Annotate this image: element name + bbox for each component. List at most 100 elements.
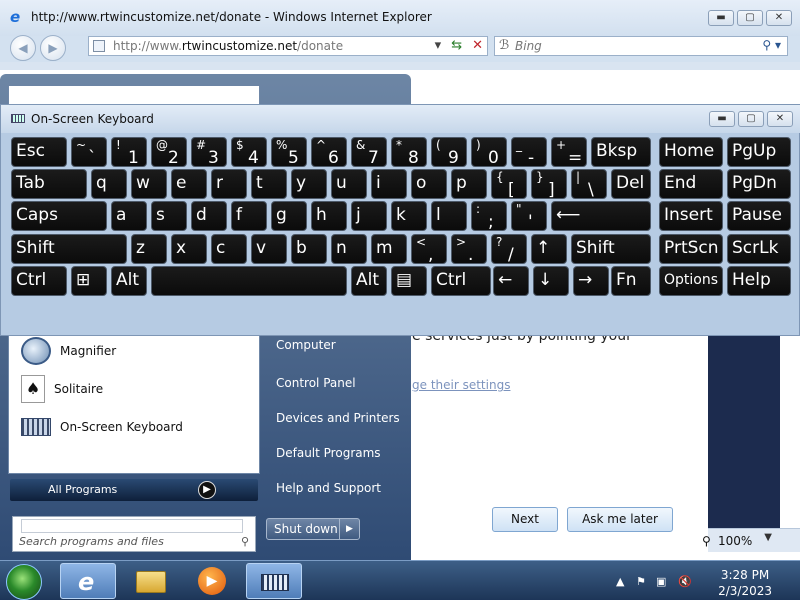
forward-button[interactable]: ▶ xyxy=(40,35,66,61)
volume-muted-icon[interactable]: 🔇 xyxy=(678,575,692,588)
search-input[interactable] xyxy=(21,519,243,533)
start-right-control-panel[interactable]: Control Panel xyxy=(276,376,356,390)
key-fn[interactable]: Fn xyxy=(611,266,651,296)
shutdown-button[interactable]: Shut down ▶ xyxy=(266,518,360,540)
key-shift[interactable]: Shift xyxy=(11,234,127,264)
key-5[interactable]: % 5 xyxy=(271,137,307,167)
minimize-button[interactable]: ▬ xyxy=(709,111,735,127)
taskbar-windows-explorer[interactable] xyxy=(122,563,178,599)
key-[interactable]: {[ xyxy=(491,169,527,199)
list-item[interactable]: ♠ Solitaire xyxy=(21,373,103,405)
key-alt[interactable]: Alt xyxy=(351,266,387,296)
key-i[interactable]: i xyxy=(371,169,407,199)
key-[interactable]: }] xyxy=(531,169,567,199)
action-center-flag-icon[interactable]: ⚑ xyxy=(636,575,646,588)
key-c[interactable]: c xyxy=(211,234,247,264)
key-6[interactable]: ^ 6 xyxy=(311,137,347,167)
key-pgup[interactable]: PgUp xyxy=(727,137,791,167)
start-right-devices-printers[interactable]: Devices and Printers xyxy=(276,411,400,425)
key-[interactable]: ~ ` xyxy=(71,137,107,167)
start-button[interactable] xyxy=(6,564,42,600)
key-del[interactable]: Del xyxy=(611,169,651,199)
key-f[interactable]: f xyxy=(231,201,267,231)
maximize-button[interactable]: ▢ xyxy=(737,10,763,26)
key-home[interactable]: Home xyxy=(659,137,723,167)
key-o[interactable]: o xyxy=(411,169,447,199)
key-pgdn[interactable]: PgDn xyxy=(727,169,791,199)
search-bar[interactable]: ℬ Bing ⚲ ▾ xyxy=(494,36,788,56)
key-shift[interactable]: Shift xyxy=(571,234,651,264)
key-pause[interactable]: Pause xyxy=(727,201,791,231)
key-[interactable]: ? / xyxy=(491,234,527,264)
key-[interactable]: " ' xyxy=(511,201,547,231)
chevron-down-icon[interactable]: ▼ xyxy=(764,532,772,543)
back-button[interactable]: ◀ xyxy=(10,35,36,61)
key-tab[interactable]: Tab xyxy=(11,169,87,199)
key-caps[interactable]: Caps xyxy=(11,201,107,231)
key-[interactable]: >. xyxy=(451,234,487,264)
start-right-help-support[interactable]: Help and Support xyxy=(276,481,381,495)
key-7[interactable]: & 7 xyxy=(351,137,387,167)
key-h[interactable]: h xyxy=(311,201,347,231)
key-scrlk[interactable]: ScrLk xyxy=(727,234,791,264)
key-x[interactable]: x xyxy=(171,234,207,264)
key-[interactable]: | \ xyxy=(571,169,607,199)
key-help[interactable]: Help xyxy=(727,266,791,296)
key-3[interactable]: #3 xyxy=(191,137,227,167)
key-[interactable]: :; xyxy=(471,201,507,231)
key-t[interactable]: t xyxy=(251,169,287,199)
all-programs-button[interactable]: All Programs ▶ xyxy=(10,479,258,501)
clock[interactable]: 3:28 PM 2/3/2023 xyxy=(718,567,772,599)
list-item[interactable]: On-Screen Keyboard xyxy=(21,411,183,443)
key-a[interactable]: a xyxy=(111,201,147,231)
key-9[interactable]: (9 xyxy=(431,137,467,167)
key-b[interactable]: b xyxy=(291,234,327,264)
minimize-button[interactable]: ▬ xyxy=(708,10,734,26)
key-alt[interactable]: Alt xyxy=(111,266,147,296)
key-u[interactable]: u xyxy=(331,169,367,199)
chevron-right-icon[interactable]: ▶ xyxy=(339,519,359,539)
key-v[interactable]: v xyxy=(251,234,287,264)
start-search-box[interactable]: Search programs and files ⚲ xyxy=(12,516,256,552)
stop-icon[interactable]: ✕ xyxy=(472,38,483,53)
key-1[interactable]: ! 1 xyxy=(111,137,147,167)
key-p[interactable]: p xyxy=(451,169,487,199)
key-q[interactable]: q xyxy=(91,169,127,199)
network-icon[interactable]: ▣ xyxy=(656,575,666,588)
key-s[interactable]: s xyxy=(151,201,187,231)
key-y[interactable]: y xyxy=(291,169,327,199)
key-ctrl[interactable]: Ctrl xyxy=(431,266,491,296)
search-icon[interactable]: ⚲ xyxy=(241,535,249,548)
key-z[interactable]: z xyxy=(131,234,167,264)
key-4[interactable]: $4 xyxy=(231,137,267,167)
key-2[interactable]: @2 xyxy=(151,137,187,167)
key-[interactable]: ⊞ xyxy=(71,266,107,296)
key-prtscn[interactable]: PrtScn xyxy=(659,234,723,264)
address-bar[interactable]: http://www.rtwincustomize.net/donate ▾ ⇆… xyxy=(88,36,488,56)
list-item[interactable]: Magnifier xyxy=(21,335,116,367)
key-n[interactable]: n xyxy=(331,234,367,264)
key-insert[interactable]: Insert xyxy=(659,201,723,231)
key-d[interactable]: d xyxy=(191,201,227,231)
maximize-button[interactable]: ▢ xyxy=(738,111,764,127)
key-space[interactable] xyxy=(151,266,347,296)
dropdown-arrow-icon[interactable]: ▾ xyxy=(435,38,442,53)
key-j[interactable]: j xyxy=(351,201,387,231)
taskbar-on-screen-keyboard[interactable] xyxy=(246,563,302,599)
key-w[interactable]: w xyxy=(131,169,167,199)
start-right-default-programs[interactable]: Default Programs xyxy=(276,446,381,460)
settings-link[interactable]: ge their settings xyxy=(412,378,510,392)
key-m[interactable]: m xyxy=(371,234,407,264)
key-8[interactable]: * 8 xyxy=(391,137,427,167)
key-end[interactable]: End xyxy=(659,169,723,199)
show-hidden-icons-icon[interactable]: ▲ xyxy=(616,575,624,588)
key-0[interactable]: ) 0 xyxy=(471,137,507,167)
close-button[interactable]: ✕ xyxy=(767,111,793,127)
taskbar-media-player[interactable]: ▶ xyxy=(184,563,240,599)
key-g[interactable]: g xyxy=(271,201,307,231)
key-[interactable]: ← xyxy=(493,266,529,296)
key-options[interactable]: Options xyxy=(659,266,723,296)
close-button[interactable]: ✕ xyxy=(766,10,792,26)
key-k[interactable]: k xyxy=(391,201,427,231)
key-[interactable]: + = xyxy=(551,137,587,167)
